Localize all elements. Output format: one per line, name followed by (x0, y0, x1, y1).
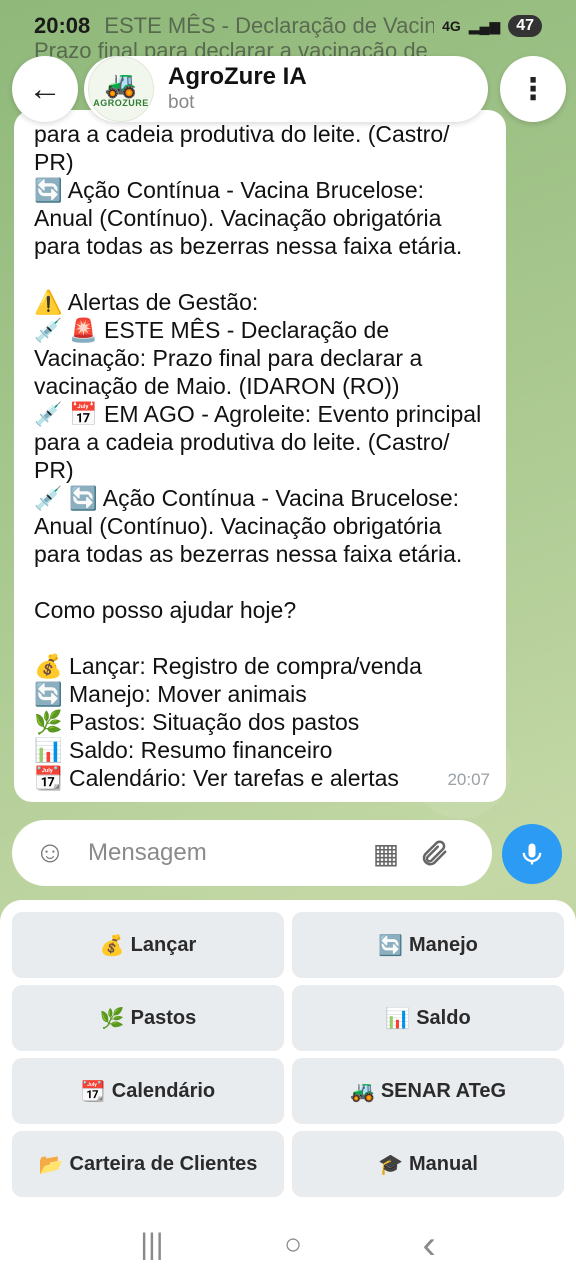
message-line: ⚠️ Alertas de Gestão: (34, 289, 259, 315)
message-line: vacinação de Maio. (IDARON (RO)) (34, 373, 400, 399)
keyboard-button-senar-ateg[interactable]: 🚜 SENAR ATeG (292, 1058, 564, 1124)
keyboard-button-icon: 🎓 (378, 1153, 403, 1176)
message-line: PR) (34, 457, 74, 483)
tractor-icon: 🚜 (104, 69, 138, 99)
keyboard-button-label: Saldo (416, 1006, 471, 1029)
kebab-menu-icon: ⋮ (518, 72, 548, 106)
battery-icon: 47 (508, 15, 542, 37)
keyboard-button-calend-rio[interactable]: 📆 Calendário (12, 1058, 284, 1124)
keyboard-button-lan-ar[interactable]: 💰 Lançar (12, 912, 284, 978)
keyboard-button-manual[interactable]: 🎓 Manual (292, 1131, 564, 1197)
chat-subtitle: bot (168, 92, 195, 113)
message-line: 💰 Lançar: Registro de compra/venda (34, 653, 422, 679)
network-icon: 4G (442, 18, 461, 34)
message-line: 🌿 Pastos: Situação dos pastos (34, 709, 360, 735)
emoji-icon[interactable]: ☺ (30, 836, 70, 870)
keyboard-button-icon: 📆 (80, 1080, 106, 1103)
system-nav-bar: ||| ○ ‹ (0, 1210, 576, 1280)
keyboard-button-icon: 📂 (38, 1153, 64, 1176)
message-line: 📊 Saldo: Resumo financeiro (34, 737, 333, 763)
keyboard-button-label: Carteira de Clientes (69, 1152, 258, 1175)
message-line: 🔄 Ação Contínua - Vacina Brucelose: (34, 177, 425, 203)
keyboard-button-label: Manual (409, 1152, 478, 1175)
keyboard-button-label: SENAR ATeG (380, 1079, 507, 1102)
message-line: para a cadeia produtiva do leite. (Castr… (34, 121, 450, 147)
chat-title: AgroZure IA (168, 63, 307, 90)
message-line: 💉 🔄 Ação Contínua - Vacina Brucelose: (34, 485, 460, 511)
keyboard-button-icon: 📊 (385, 1007, 411, 1030)
message-line: Anual (Contínuo). Vacinação obrigatória (34, 513, 442, 539)
chat-header[interactable]: 🚜 AGROZURE AgroZure IA bot (84, 56, 488, 122)
recents-icon[interactable]: ||| (140, 1228, 163, 1262)
more-options-button[interactable]: ⋮ (500, 56, 566, 122)
message-input[interactable] (88, 839, 358, 867)
keyboard-button-icon: 🚜 (349, 1080, 375, 1103)
message-line: 💉 📅 EM AGO - Agroleite: Evento principal (34, 401, 482, 427)
keyboard-button-carteira-de-clientes[interactable]: 📂 Carteira de Clientes (12, 1131, 284, 1197)
keyboard-button-saldo[interactable]: 📊 Saldo (292, 985, 564, 1051)
status-icons: 4G ▂▄▆ 47 (442, 15, 542, 37)
home-icon[interactable]: ○ (284, 1228, 302, 1262)
voice-record-button[interactable] (502, 824, 562, 884)
message-line: 🔄 Manejo: Mover animais (34, 681, 307, 707)
message-text: para a cadeia produtiva do leite. (Castr… (34, 120, 486, 792)
message-line: 📆 Calendário: Ver tarefas e alertas (34, 765, 399, 791)
message-line (34, 568, 486, 596)
message-line: para a cadeia produtiva do leite. (Castr… (34, 429, 450, 455)
message-bubble[interactable]: para a cadeia produtiva do leite. (Castr… (14, 110, 506, 802)
keyboard-button-pastos[interactable]: 🌿 Pastos (12, 985, 284, 1051)
keyboard-button-icon: 🌿 (99, 1007, 125, 1030)
keyboard-button-manejo[interactable]: 🔄 Manejo (292, 912, 564, 978)
message-line (34, 624, 486, 652)
bot-keyboard-icon[interactable]: ▦ (366, 833, 406, 873)
attach-icon[interactable] (414, 833, 454, 873)
message-line (34, 260, 486, 288)
message-line: PR) (34, 149, 74, 175)
message-line: Anual (Contínuo). Vacinação obrigatória (34, 205, 442, 231)
keyboard-button-label: Pastos (130, 1006, 197, 1029)
back-button[interactable]: ← (12, 56, 78, 122)
message-line: Como posso ajudar hoje? (34, 597, 297, 623)
message-line: para todas as bezerras nessa faixa etári… (34, 233, 463, 259)
keyboard-button-label: Manejo (409, 933, 478, 956)
nav-back-icon[interactable]: ‹ (422, 1223, 435, 1268)
arrow-left-icon: ← (28, 69, 62, 108)
avatar-brand: AGROZURE (93, 98, 149, 108)
keyboard-button-icon: 🔄 (378, 934, 403, 957)
message-line: para todas as bezerras nessa faixa etári… (34, 541, 463, 567)
keyboard-button-icon: 💰 (99, 934, 125, 957)
message-time: 20:07 (447, 770, 490, 789)
status-time: 20:08 (34, 13, 91, 38)
keyboard-button-label: Calendário (111, 1079, 216, 1102)
avatar[interactable]: 🚜 AGROZURE (88, 56, 154, 122)
message-line: Vacinação: Prazo final para declarar a (34, 345, 423, 371)
status-notification: ESTE MÊS - Declaração de Vacinação (104, 13, 435, 38)
signal-icon: ▂▄▆ (468, 17, 501, 34)
mic-icon (522, 843, 542, 865)
message-composer: ☺ ▦ (12, 820, 492, 886)
keyboard-button-label: Lançar (130, 933, 197, 956)
message-line: 💉 🚨 ESTE MÊS - Declaração de (34, 317, 390, 343)
